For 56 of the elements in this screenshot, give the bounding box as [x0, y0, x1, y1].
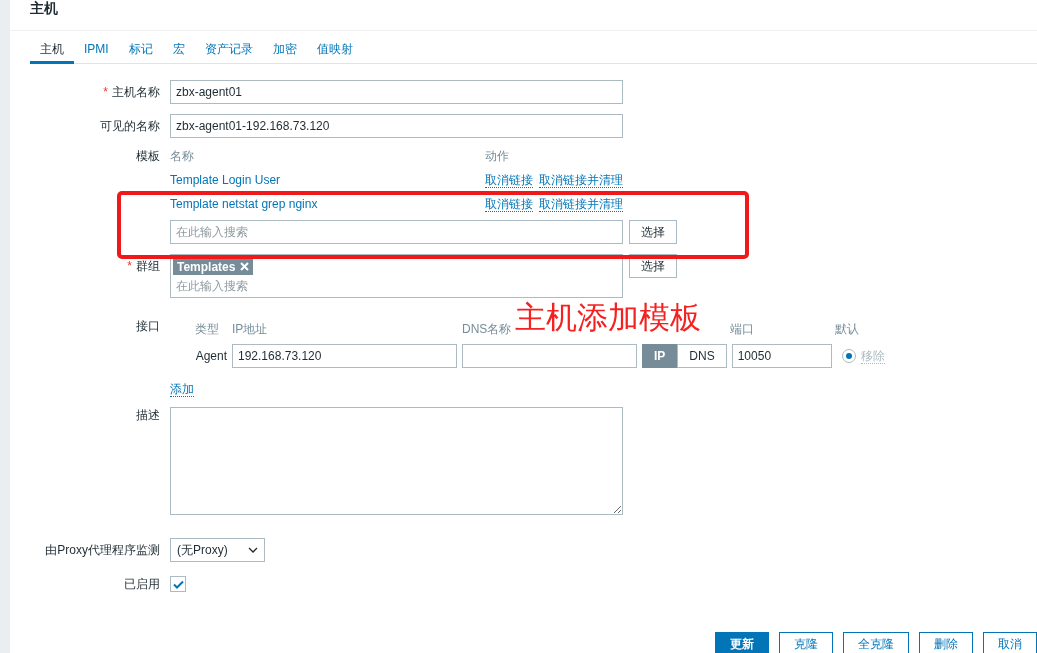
tab[interactable]: 值映射: [306, 39, 363, 61]
tab[interactable]: 加密: [262, 39, 307, 61]
ip-field[interactable]: 192.168.73.120: [232, 344, 457, 368]
field-label: 可见的名称: [100, 119, 160, 133]
action-button[interactable]: 取消: [983, 632, 1037, 653]
column-header: 类型: [194, 321, 220, 338]
close-icon[interactable]: [240, 262, 250, 272]
field-label: 群组: [136, 259, 160, 273]
field-label: 已启用: [124, 577, 160, 591]
template-search-field[interactable]: 在此输入搜索: [170, 220, 623, 244]
column-header: 名称: [170, 148, 195, 164]
tab[interactable]: 标记: [118, 39, 163, 61]
action-button[interactable]: 删除: [919, 632, 973, 653]
action-link[interactable]: 取消链接并清理: [539, 196, 623, 212]
host-name-field[interactable]: zbx-agent01: [170, 80, 623, 104]
description-field[interactable]: [170, 407, 623, 515]
connect-toggle[interactable]: DNS: [677, 344, 727, 368]
window-title: 主机: [30, 0, 58, 18]
chevron-down-icon: [248, 547, 258, 553]
visible-name-field[interactable]: zbx-agent01-192.168.73.120: [170, 114, 623, 138]
required-asterisk: *: [103, 85, 108, 99]
action-button[interactable]: 全克隆: [843, 632, 909, 653]
column-header: 端口: [730, 321, 755, 338]
action-button[interactable]: 克隆: [779, 632, 833, 653]
column-header: 默认: [835, 321, 859, 338]
field-label: 接口: [136, 319, 160, 333]
column-header: IP地址: [232, 321, 269, 338]
tab[interactable]: IPMI: [74, 39, 119, 61]
interface-type: Agent: [194, 349, 227, 363]
field-label: 由Proxy代理程序监测: [45, 543, 160, 557]
field-label: 描述: [136, 408, 160, 422]
tab[interactable]: 主机: [30, 39, 74, 64]
group-field[interactable]: Templates 在此输入搜索: [170, 254, 623, 298]
field-label: 主机名称: [112, 85, 160, 99]
default-radio[interactable]: [841, 349, 856, 363]
field-label: 模板: [136, 149, 160, 163]
required-asterisk: *: [127, 259, 132, 273]
connect-toggle[interactable]: IP: [642, 344, 678, 368]
column-header: 动作: [485, 148, 509, 164]
template-link[interactable]: Template netstat grep nginx: [170, 197, 485, 211]
tag-label: Templates: [177, 259, 236, 274]
add-link[interactable]: 添加: [170, 382, 194, 397]
action-link[interactable]: 取消链接: [485, 196, 533, 212]
tab[interactable]: 资产记录: [194, 39, 263, 61]
action-link[interactable]: 取消链接: [485, 172, 533, 188]
annotation-text: 主机添加模板: [515, 299, 701, 337]
dns-field[interactable]: [462, 344, 637, 368]
action-link[interactable]: 取消链接并清理: [539, 172, 623, 188]
proxy-dropdown[interactable]: (无Proxy): [170, 538, 265, 562]
tab[interactable]: 宏: [162, 39, 195, 61]
enabled-checkbox[interactable]: [170, 576, 186, 592]
port-field[interactable]: 10050: [731, 344, 832, 368]
template-link[interactable]: Template Login User: [170, 173, 485, 187]
select-button[interactable]: 选择: [629, 220, 677, 244]
action-button[interactable]: 更新: [715, 632, 769, 653]
column-header: DNS名称: [462, 321, 513, 338]
